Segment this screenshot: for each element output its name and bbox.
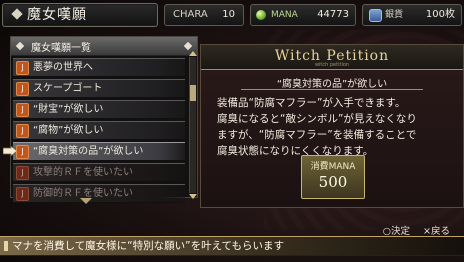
petition-list: J 悪夢の世界へ J スケープゴート J “財宝”が欲しい J “腐物”が欲しい…	[3, 58, 185, 205]
petition-detail-panel: Witch Petition witch petition “腐臭対策の品”が欲…	[200, 44, 464, 208]
petition-icon: J	[16, 82, 29, 96]
screen-title-plate: 魔女嘆願	[2, 3, 158, 27]
diamond-icon	[183, 41, 193, 51]
scroll-up-arrow-icon[interactable]	[189, 51, 197, 56]
list-item[interactable]: J 悪夢の世界へ	[13, 58, 185, 77]
help-bar: マナを消費して魔女様に“特別な願い”を叶えてもらいます	[0, 236, 464, 256]
button-hints: ○決定 ×戻る	[373, 223, 450, 237]
list-item-disabled[interactable]: J 防御的ＲＦを使いたい	[13, 184, 185, 203]
petition-list-title: 魔女嘆願一覧	[31, 43, 91, 54]
list-item-label: “腐臭対策の品”が欲しい	[33, 146, 144, 157]
petition-list-panel: 魔女嘆願一覧 J 悪夢の世界へ J スケープゴート J “財宝”が欲しい J “…	[3, 36, 198, 203]
list-item-label: “財宝”が欲しい	[33, 104, 104, 115]
petition-icon: J	[16, 61, 29, 75]
mana-cost-label: 消費MANA	[310, 162, 356, 172]
list-item-label: 攻撃的ＲＦを使いたい	[33, 167, 133, 178]
list-item[interactable]: J “財宝”が欲しい	[13, 100, 185, 119]
screen-title: 魔女嘆願	[27, 7, 87, 23]
petition-icon: J	[16, 187, 29, 201]
mana-orb-icon	[256, 10, 266, 20]
coin-value: 100枚	[425, 9, 455, 20]
detail-title: “腐臭対策の品”が欲しい	[276, 79, 388, 90]
diamond-icon	[11, 8, 23, 20]
help-bar-cap	[4, 241, 8, 251]
petition-icon: J	[16, 124, 29, 138]
silver-coin-icon	[369, 9, 382, 22]
divider	[241, 89, 423, 90]
mana-cost-value: 500	[318, 173, 348, 191]
scroll-thumb[interactable]	[190, 85, 196, 101]
chara-label: CHARA	[173, 9, 208, 20]
scroll-down-arrow-icon[interactable]	[189, 194, 197, 199]
list-item-disabled[interactable]: J 攻撃的ＲＦを使いたい	[13, 163, 185, 182]
diamond-icon	[15, 41, 25, 51]
list-item-label: 悪夢の世界へ	[33, 62, 93, 73]
chara-value: 10	[222, 9, 235, 20]
petition-list-header: 魔女嘆願一覧	[11, 37, 197, 56]
mana-cost-box: 消費MANA 500	[301, 155, 365, 199]
chara-counter: CHARA 10	[164, 4, 244, 26]
pointer-cursor-icon	[3, 146, 17, 156]
petition-icon: J	[16, 166, 29, 180]
silver-coin-counter: 銀貨 100枚	[362, 4, 462, 26]
help-text: マナを消費して魔女様に“特別な願い”を叶えてもらいます	[12, 240, 285, 252]
list-more-arrow-icon	[80, 198, 92, 204]
detail-heading-sub: witch petition	[314, 62, 350, 68]
list-scrollbar[interactable]	[189, 51, 197, 199]
list-item-label: スケープゴート	[33, 83, 103, 94]
petition-icon: J	[16, 103, 29, 117]
list-item-selected[interactable]: J “腐臭対策の品”が欲しい	[3, 142, 185, 161]
detail-header: Witch Petition witch petition	[201, 45, 463, 70]
detail-description: 装備品“防腐マフラー”が入手できます。 腐臭になると“敵シンボル”が見えなくなり…	[217, 97, 417, 157]
petition-icon: J	[16, 145, 29, 159]
list-item[interactable]: J “腐物”が欲しい	[13, 121, 185, 140]
mana-label: MANA	[271, 10, 298, 20]
mana-counter: MANA 44773	[250, 4, 356, 26]
list-item[interactable]: J スケープゴート	[13, 79, 185, 98]
list-item-label: “腐物”が欲しい	[33, 125, 104, 136]
mana-value: 44773	[317, 9, 349, 20]
coin-label: 銀貨	[385, 10, 404, 20]
